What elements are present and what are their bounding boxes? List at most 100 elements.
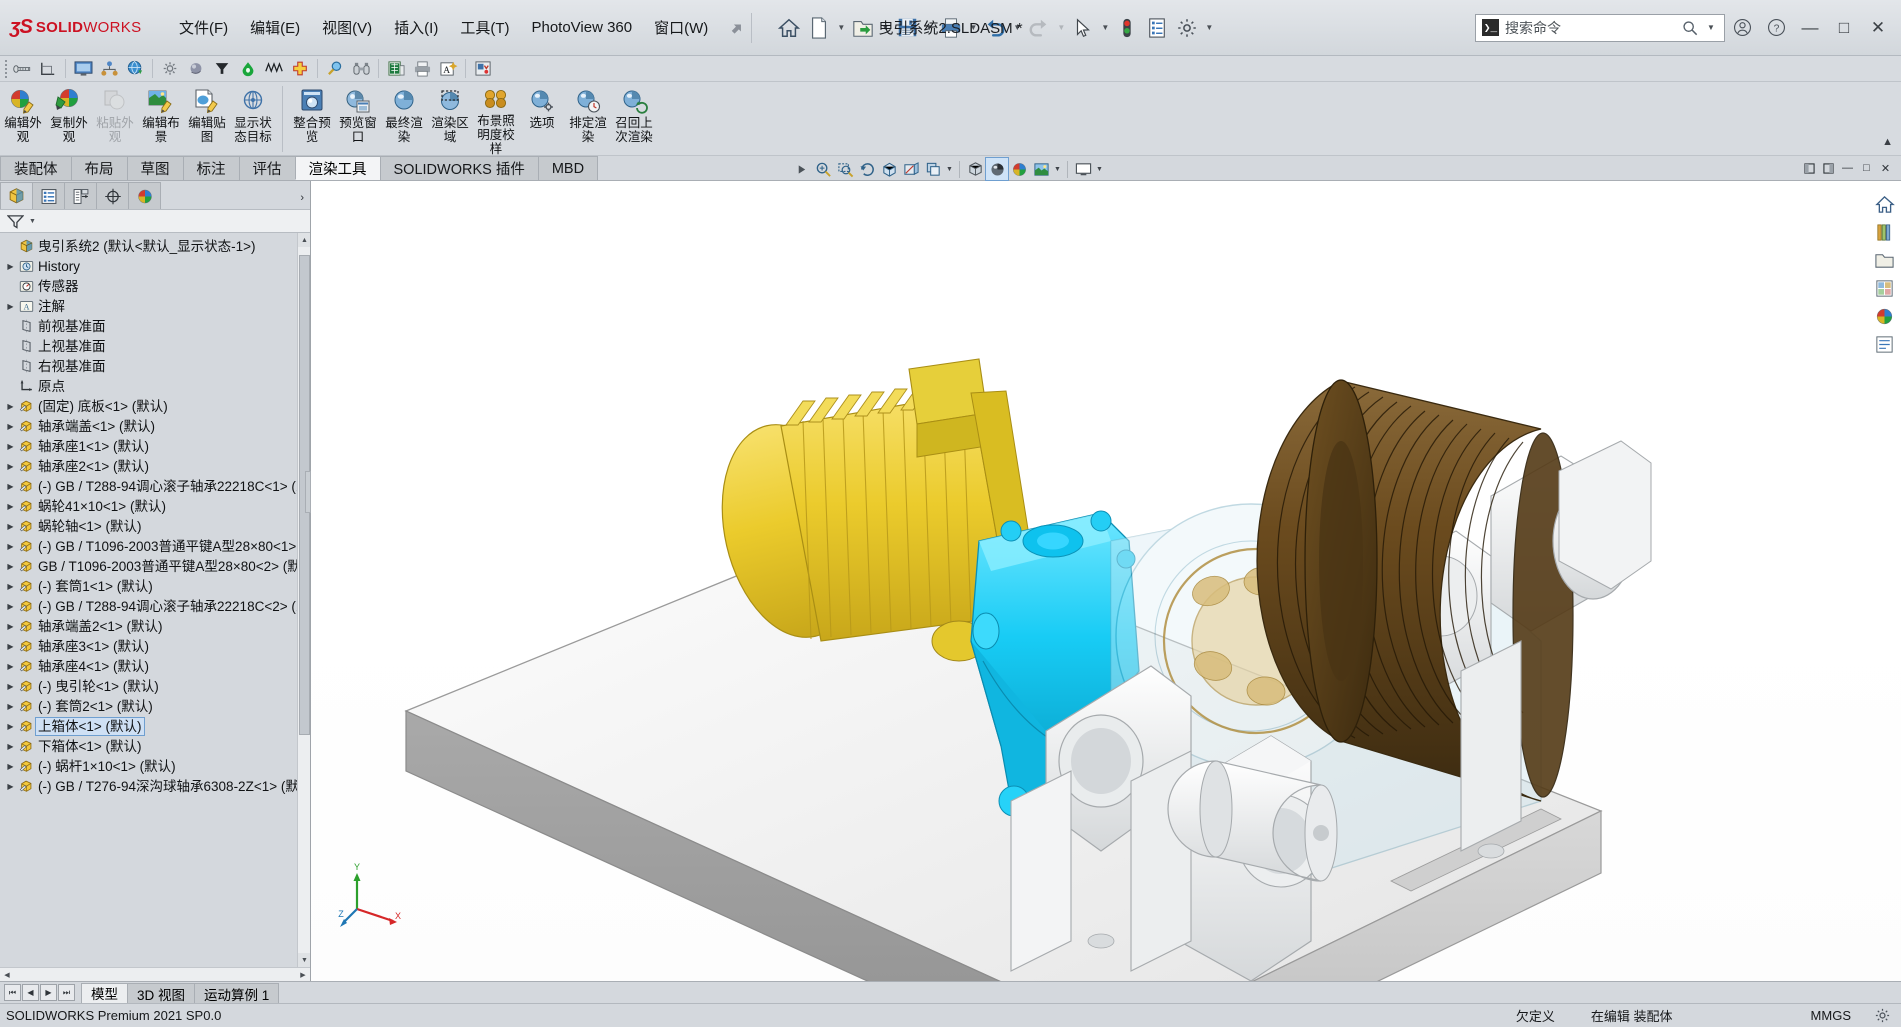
- filter-icon[interactable]: [7, 214, 24, 229]
- expand-panel-icon[interactable]: ›: [300, 192, 304, 204]
- expand-twisty-icon[interactable]: ▶: [4, 702, 17, 711]
- ribbon-scene-illumination[interactable]: 布景照明度校样: [473, 84, 519, 156]
- close-doc-window[interactable]: ✕: [1876, 159, 1895, 177]
- binoculars-icon[interactable]: [348, 57, 374, 81]
- feature-tree-filter-bar[interactable]: ▼: [0, 209, 310, 233]
- tree-item[interactable]: ▶ (-) 套筒2<1> (默认): [0, 696, 310, 716]
- expand-twisty-icon[interactable]: ▶: [4, 542, 17, 551]
- design-library-icon[interactable]: [1871, 219, 1897, 245]
- toolbar-grip[interactable]: [2, 59, 9, 79]
- printer-gray-icon[interactable]: [409, 57, 435, 81]
- expand-twisty-icon[interactable]: ▶: [4, 582, 17, 591]
- nav-next-tab[interactable]: ▶: [40, 984, 57, 1001]
- chevron-down-icon-save[interactable]: ▼: [922, 13, 936, 43]
- green-drop-icon[interactable]: [235, 57, 261, 81]
- tree-item[interactable]: ▶ 轴承座3<1> (默认): [0, 636, 310, 656]
- expand-twisty-icon[interactable]: ▶: [4, 482, 17, 491]
- maximize-doc-window[interactable]: □: [1857, 159, 1876, 177]
- lp-tab-feature-manager[interactable]: [0, 182, 33, 209]
- expand-twisty-icon[interactable]: ▶: [4, 462, 17, 471]
- btab-motion-study-1[interactable]: 运动算例 1: [194, 982, 280, 1004]
- expand-twisty-icon[interactable]: ▶: [4, 602, 17, 611]
- btab-3d-view[interactable]: 3D 视图: [127, 982, 196, 1004]
- new-document-icon[interactable]: [804, 13, 834, 43]
- chevron-down-icon-filter[interactable]: ▼: [27, 213, 38, 229]
- display-monitor-icon[interactable]: [70, 57, 96, 81]
- menu-window[interactable]: 窗口(W): [643, 11, 719, 44]
- ribbon-schedule-render[interactable]: 排定渲染: [565, 84, 611, 154]
- traction-system-3d-model[interactable]: [311, 181, 1901, 981]
- chevron-down-icon-new[interactable]: ▼: [834, 13, 848, 43]
- tree-item[interactable]: ▶ (-) GB / T276-94深沟球轴承6308-2Z<1> (默: [0, 776, 310, 796]
- lp-tab-configuration-manager[interactable]: [64, 182, 97, 209]
- maximize-button[interactable]: □: [1827, 11, 1861, 45]
- lp-tab-display-manager[interactable]: [128, 182, 161, 209]
- open-folder-icon[interactable]: [848, 13, 878, 43]
- expand-twisty-icon[interactable]: ▶: [4, 782, 17, 791]
- tree-item[interactable]: ▶ (-) 套筒1<1> (默认): [0, 576, 310, 596]
- tree-item[interactable]: ▶ (-) GB / T288-94调心滚子轴承22218C<1> (1: [0, 476, 310, 496]
- print-icon[interactable]: [936, 13, 966, 43]
- pin-menu-icon[interactable]: [726, 18, 746, 38]
- chevron-down-icon-scene[interactable]: ▼: [1052, 158, 1063, 180]
- ribbon-final-render[interactable]: 最终渲染: [381, 84, 427, 154]
- ribbon-edit-decal[interactable]: 编辑贴图: [184, 84, 230, 154]
- expand-twisty-icon[interactable]: ▶: [4, 722, 17, 731]
- restore-doc-window-2[interactable]: [1819, 159, 1838, 177]
- custom-properties-icon[interactable]: [1871, 331, 1897, 357]
- tree-item[interactable]: 传感器: [0, 276, 310, 296]
- nav-prev-tab[interactable]: ◀: [22, 984, 39, 1001]
- tree-item[interactable]: ▶ 蜗轮41×10<1> (默认): [0, 496, 310, 516]
- spring-coil-icon[interactable]: [261, 57, 287, 81]
- expand-twisty-icon[interactable]: ▶: [4, 422, 17, 431]
- display-style-icon[interactable]: [922, 158, 944, 180]
- ribbon-display-state[interactable]: 显示状态目标: [230, 84, 276, 154]
- ribbon-recall-last-render[interactable]: 召回上次渲染: [611, 84, 657, 154]
- viewport-layout-icon[interactable]: [1072, 158, 1094, 180]
- expand-twisty-icon[interactable]: ▶: [4, 402, 17, 411]
- tree-item[interactable]: 前视基准面: [0, 316, 310, 336]
- tree-item[interactable]: ▶ 轴承座2<1> (默认): [0, 456, 310, 476]
- hide-show-icon[interactable]: [964, 158, 986, 180]
- tree-item[interactable]: ▶ A 注解: [0, 296, 310, 316]
- undo-icon[interactable]: [980, 13, 1010, 43]
- expand-twisty-icon[interactable]: ▶: [4, 642, 17, 651]
- btab-model[interactable]: 模型: [81, 982, 128, 1004]
- ribbon-preview-window[interactable]: 预览窗口: [335, 84, 381, 154]
- status-units[interactable]: MMGS: [1691, 1008, 1869, 1023]
- zoom-area-icon[interactable]: [834, 158, 856, 180]
- help-icon[interactable]: ?: [1759, 11, 1793, 45]
- tree-root-assembly[interactable]: 曳引系统2 (默认<默认_显示状态-1>): [0, 236, 310, 256]
- ribbon-integrated-preview[interactable]: 整合预览: [289, 84, 335, 154]
- feature-tree-horizontal-scrollbar[interactable]: ◀ ▶: [0, 967, 310, 981]
- chevron-down-icon-select[interactable]: ▼: [1098, 13, 1112, 43]
- excel-sheet-icon[interactable]: [383, 57, 409, 81]
- tree-item[interactable]: ▶ 上箱体<1> (默认): [0, 716, 310, 736]
- scroll-left-arrow[interactable]: ◀: [0, 971, 14, 979]
- tree-item[interactable]: ▶ 轴承座1<1> (默认): [0, 436, 310, 456]
- ribbon-options[interactable]: 选项: [519, 84, 565, 154]
- tree-item[interactable]: ▶ 蜗轮轴<1> (默认): [0, 516, 310, 536]
- tree-item[interactable]: ▶ (-) 蜗杆1×10<1> (默认): [0, 756, 310, 776]
- chevron-down-icon-print[interactable]: ▼: [966, 13, 980, 43]
- status-gear-icon[interactable]: [1869, 1007, 1895, 1024]
- appearances-scenes-icon[interactable]: [1871, 303, 1897, 329]
- gear-icon[interactable]: [1172, 13, 1202, 43]
- screw-icon[interactable]: [9, 57, 35, 81]
- tree-item[interactable]: ▶ 下箱体<1> (默认): [0, 736, 310, 756]
- expand-twisty-icon[interactable]: ▶: [4, 562, 17, 571]
- file-explorer-icon[interactable]: [1871, 247, 1897, 273]
- view-orientation-icon[interactable]: [878, 158, 900, 180]
- scene-globe-icon[interactable]: [1030, 158, 1052, 180]
- expand-twisty-icon[interactable]: ▶: [4, 682, 17, 691]
- menu-view[interactable]: 视图(V): [311, 11, 383, 44]
- tab-render-tools[interactable]: 渲染工具: [294, 156, 381, 180]
- nav-last-tab[interactable]: ⏭: [58, 984, 75, 1001]
- expand-twisty-icon[interactable]: ▶: [4, 622, 17, 631]
- feature-tree-scrollbar[interactable]: ▲ ▼: [297, 233, 310, 967]
- tree-item[interactable]: ▶ (-) GB / T288-94调心滚子轴承22218C<2> (1: [0, 596, 310, 616]
- annotate-a-icon[interactable]: A: [435, 57, 461, 81]
- shaded-sphere-icon[interactable]: [183, 57, 209, 81]
- chevron-down-icon-search[interactable]: ▼: [1704, 13, 1718, 43]
- search-icon[interactable]: [1682, 20, 1698, 36]
